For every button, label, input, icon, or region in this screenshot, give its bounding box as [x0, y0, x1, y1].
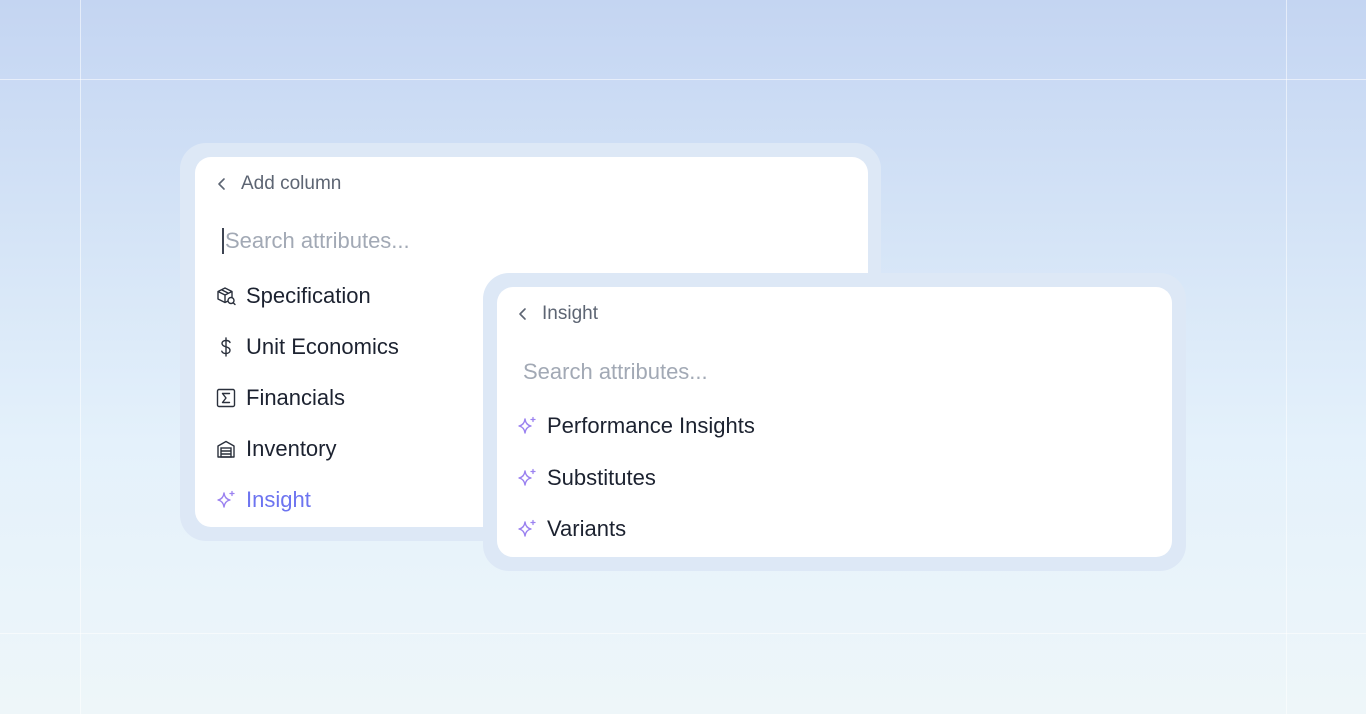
menu-item-label: Substitutes	[547, 465, 656, 490]
menu-item-unit-economics[interactable]: Unit Economics	[215, 334, 399, 360]
menu-item-performance-insights[interactable]: Performance Insights	[516, 413, 755, 439]
menu-item-label: Specification	[246, 283, 371, 308]
sigma-icon	[215, 387, 237, 409]
sparkle-icon	[516, 467, 538, 489]
add-column-back-button[interactable]: Add column	[215, 173, 341, 195]
menu-item-label: Variants	[547, 516, 627, 541]
warehouse-icon	[215, 438, 237, 460]
dollar-icon	[215, 336, 237, 358]
sparkle-icon	[516, 518, 538, 540]
grid-line-right	[1286, 0, 1287, 714]
insight-search-input[interactable]: Search attributes...	[523, 359, 708, 385]
insight-search-placeholder: Search attributes...	[523, 359, 708, 384]
chevron-left-icon	[218, 178, 225, 190]
grid-line-top	[0, 79, 1366, 80]
menu-item-label: Performance Insights	[547, 413, 755, 438]
menu-item-financials[interactable]: Financials	[215, 385, 345, 411]
menu-item-label: Insight	[246, 487, 311, 512]
menu-item-variants[interactable]: Variants	[516, 516, 626, 542]
chevron-left-icon	[519, 308, 526, 320]
add-column-search-input[interactable]: Search attributes...	[222, 228, 410, 254]
sparkle-icon	[215, 489, 237, 511]
sparkle-icon	[516, 415, 538, 437]
text-caret	[222, 228, 224, 254]
grid-line-left	[80, 0, 81, 714]
menu-item-specification[interactable]: Specification	[215, 283, 371, 309]
add-column-title: Add column	[241, 173, 342, 194]
menu-item-label: Financials	[246, 385, 346, 410]
menu-item-inventory[interactable]: Inventory	[215, 436, 337, 462]
insight-panel: Insight Search attributes... Performance…	[497, 287, 1172, 557]
menu-item-label: Unit Economics	[246, 334, 399, 359]
menu-item-substitutes[interactable]: Substitutes	[516, 465, 656, 491]
package-search-icon	[215, 285, 237, 307]
menu-item-label: Inventory	[246, 436, 337, 461]
menu-item-insight[interactable]: Insight	[215, 487, 311, 513]
grid-line-bottom	[0, 633, 1366, 634]
insight-back-button[interactable]: Insight	[516, 303, 598, 325]
insight-title: Insight	[542, 303, 598, 324]
add-column-search-placeholder: Search attributes...	[225, 228, 410, 253]
